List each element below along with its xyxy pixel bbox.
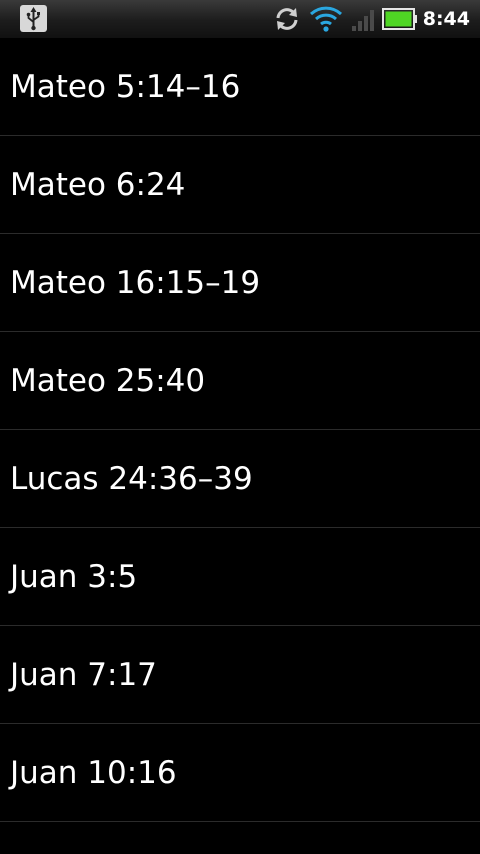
verse-label: Mateo 6:24 — [10, 166, 186, 203]
verse-label: Juan 3:5 — [10, 558, 138, 595]
list-item-verse[interactable]: Juan 3:5 — [0, 528, 480, 626]
list-item-verse[interactable]: Mateo 6:24 — [0, 136, 480, 234]
status-bar: 8:44 — [0, 0, 480, 38]
list-item-verse[interactable]: Juan 7:17 — [0, 626, 480, 724]
sync-icon — [273, 5, 301, 33]
battery-icon — [382, 8, 418, 30]
verse-label: Mateo 25:40 — [10, 362, 206, 399]
verse-list: Mateo 5:14–16 Mateo 6:24 Mateo 16:15–19 … — [0, 38, 480, 822]
verse-label: Mateo 16:15–19 — [10, 264, 261, 301]
list-item-verse[interactable]: Juan 10:16 — [0, 724, 480, 822]
list-item-verse[interactable]: Lucas 24:36–39 — [0, 430, 480, 528]
verse-label: Mateo 5:14–16 — [10, 68, 241, 105]
list-item-verse[interactable]: Mateo 25:40 — [0, 332, 480, 430]
verse-label: Juan 10:16 — [10, 754, 177, 791]
signal-icon — [351, 8, 377, 32]
verse-label: Lucas 24:36–39 — [10, 460, 253, 497]
status-clock: 8:44 — [422, 8, 470, 30]
list-item-verse[interactable]: Mateo 16:15–19 — [0, 234, 480, 332]
list-item-verse[interactable]: Mateo 5:14–16 — [0, 38, 480, 136]
wifi-icon — [309, 5, 343, 33]
usb-icon — [20, 5, 47, 32]
verse-label: Juan 7:17 — [10, 656, 157, 693]
